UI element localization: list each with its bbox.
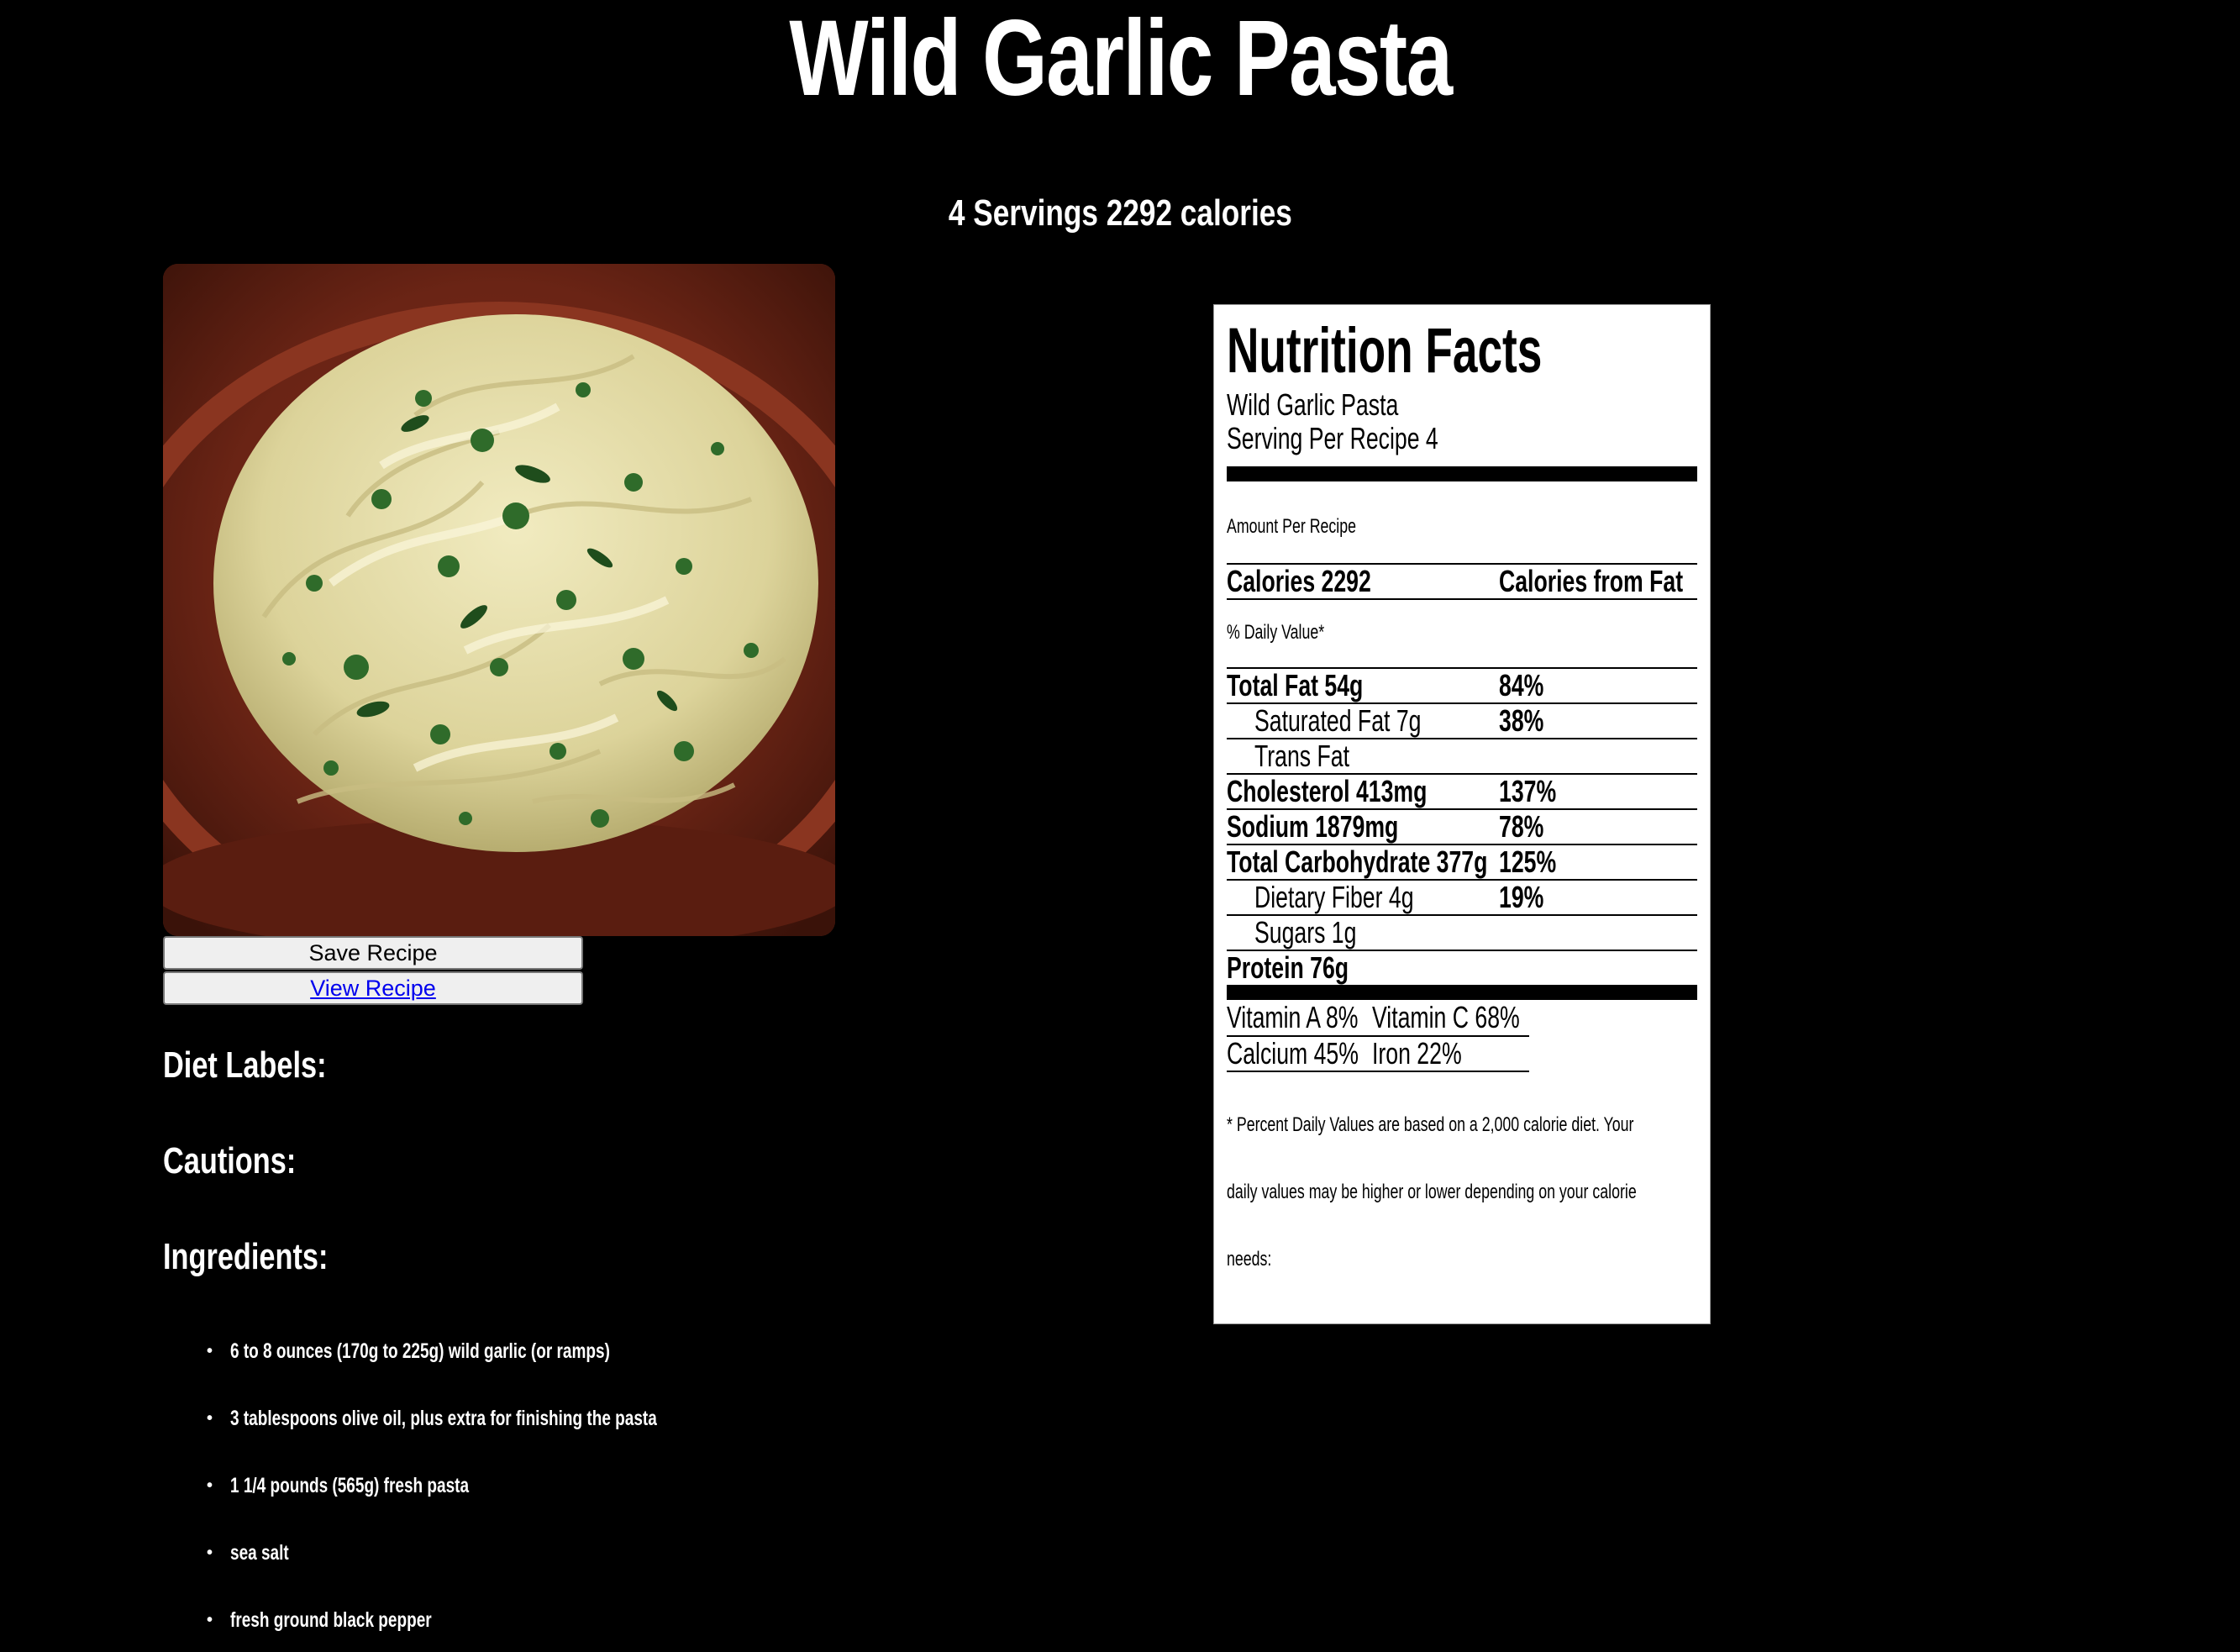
footnote-line: * Percent Daily Values are based on a 2,… [1227, 1113, 1634, 1136]
thick-divider [1227, 985, 1697, 1000]
calories-value: Calories 2292 [1227, 564, 1371, 598]
nutrition-recipe-name: Wild Garlic Pasta [1227, 387, 1399, 422]
calcium: Calcium 45% [1227, 1036, 1359, 1071]
nutrient-percent: 84% [1499, 668, 1544, 702]
nutrient-percent: 19% [1499, 880, 1544, 914]
nutrient-label: Sugars 1g [1254, 915, 1357, 950]
vitamin-c: Vitamin C 68% [1372, 1000, 1520, 1034]
diet-labels-heading: Diet Labels: [163, 1044, 327, 1086]
nutrient-percent: 38% [1499, 703, 1544, 738]
nutrient-label: Total Fat 54g [1227, 668, 1364, 702]
footnote-line: needs: [1227, 1248, 1272, 1271]
save-recipe-label: Save Recipe [308, 940, 438, 965]
nutrient-label: Saturated Fat 7g [1254, 703, 1422, 738]
page-title: Wild Garlic Pasta [789, 0, 1453, 118]
ingredient-text: sea salt [230, 1541, 289, 1565]
nutrient-percent: 125% [1499, 844, 1557, 879]
iron: Iron 22% [1372, 1036, 1462, 1071]
ingredient-text: fresh ground black pepper [230, 1608, 432, 1632]
ingredient-item: • 6 to 8 ounces (170g to 225g) wild garli… [207, 1334, 730, 1368]
view-recipe-button[interactable]: View Recipe [163, 971, 583, 1005]
bullet-icon: • [207, 1611, 213, 1629]
thick-divider [1227, 466, 1697, 481]
daily-value-header: % Daily Value* [1227, 621, 1325, 644]
nutrition-facts-heading: Nutrition Facts [1227, 315, 1543, 387]
ingredient-text: 6 to 8 ounces (170g to 225g) wild garlic… [230, 1339, 610, 1363]
nutrient-percent: 78% [1499, 809, 1544, 844]
ingredient-text: 3 tablespoons olive oil, plus extra for … [230, 1407, 657, 1430]
bullet-icon: • [207, 1342, 213, 1360]
nutrient-label: Protein 76g [1227, 950, 1349, 985]
ingredient-item: • 1 1/4 pounds (565g) fresh pasta [207, 1469, 544, 1502]
bullet-icon: • [207, 1476, 213, 1495]
row-divider [1227, 598, 1697, 600]
vitamin-a: Vitamin A 8% [1227, 1000, 1359, 1034]
nutrient-percent: 137% [1499, 774, 1557, 808]
nutrition-servings: Serving Per Recipe 4 [1227, 421, 1438, 455]
nutrient-label: Cholesterol 413mg [1227, 774, 1428, 808]
bullet-icon: • [207, 1544, 213, 1562]
nutrient-label: Trans Fat [1254, 739, 1350, 773]
nutrient-label: Dietary Fiber 4g [1254, 880, 1414, 914]
servings-calories-summary: 4 Servings 2292 calories [948, 192, 1292, 234]
ingredient-item: • 3 tablespoons olive oil, plus extra for… [207, 1402, 791, 1435]
nutrition-facts-label: Nutrition Facts Wild Garlic Pasta Servin… [1213, 304, 1711, 1324]
cautions-heading: Cautions: [163, 1140, 297, 1181]
nutrient-label: Sodium 1879mg [1227, 809, 1399, 844]
save-recipe-button[interactable]: Save Recipe [163, 936, 583, 970]
bullet-icon: • [207, 1409, 213, 1428]
recipe-image [163, 264, 835, 936]
amount-per-recipe: Amount Per Recipe [1227, 515, 1357, 538]
ingredient-text: 1 1/4 pounds (565g) fresh pasta [230, 1474, 470, 1497]
view-recipe-link[interactable]: View Recipe [310, 976, 436, 1001]
footnote-line: daily values may be higher or lower depe… [1227, 1181, 1637, 1203]
row-divider [1227, 1071, 1529, 1072]
nutrient-label: Total Carbohydrate 377g [1227, 844, 1488, 879]
ingredients-heading: Ingredients: [163, 1236, 329, 1277]
ingredient-item: • fresh ground black pepper [207, 1603, 495, 1637]
calories-from-fat: Calories from Fat [1499, 564, 1684, 598]
ingredient-item: • sea salt [207, 1536, 308, 1570]
